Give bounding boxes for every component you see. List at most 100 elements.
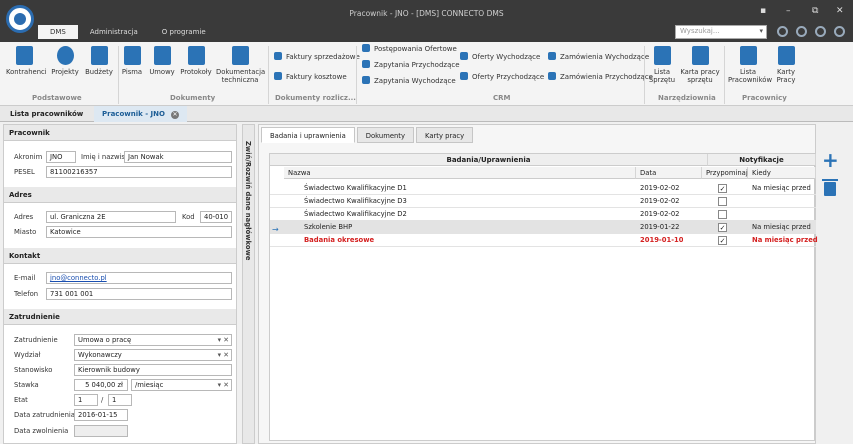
clear-icon[interactable]: ✕ [223,380,229,390]
etat-numerator[interactable]: 1 [74,394,98,406]
clear-icon[interactable]: ✕ [223,350,229,360]
oferty-wych-button[interactable]: Oferty Wychodzące [460,52,540,62]
employee-form: Pracownik Akronim JNO Imię i nazwisko Ja… [3,124,237,444]
search-input[interactable]: Wyszukaj... ▾ [675,25,767,39]
delete-icon[interactable] [822,179,838,196]
etat-denominator[interactable]: 1 [108,394,132,406]
zamowienia-wych-button[interactable]: Zamówienia Wychodzące [548,52,649,62]
telefon-label: Telefon [14,290,39,298]
stawka-field[interactable]: 5 040,00 zł [74,379,128,391]
stawka-unit-select[interactable]: /miesiąc ▾ ✕ [131,379,232,391]
table-row[interactable]: Świadectwo Kwalifikacyjne D3 2019-02-02 [270,195,816,208]
karty-pracy-button[interactable]: Karty Pracy [772,46,800,84]
stawka-label: Stawka [14,381,39,389]
karty-pracy-label: Karty Pracy [776,68,796,84]
faktury-kosztowe-button[interactable]: Faktury kosztowe [274,72,347,82]
close-icon[interactable]: ✕ [836,6,844,16]
kod-field[interactable]: 40-010 [200,211,232,223]
col-przypominaj[interactable]: Przypominaj [702,167,748,179]
imie-field[interactable]: Jan Nowak [124,151,232,163]
calculator-icon [231,46,249,65]
clear-icon[interactable]: ✕ [223,335,229,345]
help-icon[interactable]: ▪ [760,6,766,16]
table-row[interactable]: Szkolenie BHP 2019-01-22 ✓ Na miesiąc pr… [270,221,816,234]
lista-pracownikow-button[interactable]: Lista Pracowników [728,46,772,84]
przypominaj-checkbox[interactable]: ✓ [718,223,727,232]
oferty-przych-button[interactable]: Oferty Przychodzące [460,72,544,82]
data-zwolnienia-picker[interactable] [74,425,128,437]
minimize-icon[interactable]: – [786,6,791,16]
zamowienia-przych-button[interactable]: Zamówienia Przychodzące [548,72,653,82]
col-data[interactable]: Data [636,167,702,179]
tab-dokumenty[interactable]: Dokumenty [356,127,414,143]
miasto-label: Miasto [14,228,37,236]
add-icon[interactable]: + [822,150,839,170]
settings-icon[interactable] [834,26,845,37]
pesel-field[interactable]: 81100216357 [46,166,232,178]
zapytania-wych-button[interactable]: Zapytania Wychodzące [362,76,456,86]
budzety-button[interactable]: Budżety [84,46,114,76]
wydzial-select[interactable]: Wykonawczy ▾ ✕ [74,349,232,361]
zatrudnienie-label: Zatrudnienie [14,336,58,344]
invoice-icon [274,72,282,80]
tab-administracja[interactable]: Administracja [78,25,150,39]
maximize-icon[interactable]: ⧉ [812,6,818,16]
collapse-header-toggle[interactable]: Zwiń/Rozwiń dane nagłówkowe [242,124,255,444]
zamowienia-wych-label: Zamówienia Wychodzące [560,53,650,61]
stanowisko-field[interactable]: Kierownik budowy [74,364,232,376]
data-zatrudnienia-picker[interactable]: 2016-01-15 [74,409,128,421]
przypominaj-checkbox[interactable] [718,210,727,219]
przypominaj-checkbox[interactable] [718,197,727,206]
tab-lista-pracownikow[interactable]: Lista pracowników [2,106,91,122]
row-kiedy [748,208,752,221]
close-tab-icon[interactable]: ✕ [170,111,179,119]
protokoly-button[interactable]: Protokoły [180,46,212,76]
karta-pracy-sprzetu-button[interactable]: Karta pracy sprzętu [680,46,720,84]
group-podstawowe: Podstawowe [32,94,82,102]
etat-separator: / [101,396,104,404]
email-link[interactable]: jno@connecto.pl [50,274,107,282]
zapytania-przych-button[interactable]: Zapytania Przychodzące [362,60,460,70]
chevron-down-icon[interactable]: ▾ [759,27,763,35]
globe-icon [56,46,74,65]
telefon-field[interactable]: 731 001 001 [46,288,232,300]
przypominaj-checkbox[interactable]: ✓ [718,236,727,245]
table-row[interactable]: Świadectwo Kwalifikacyjne D1 2019-02-02 … [270,182,816,195]
document-tabs: Lista pracowników Pracownik - JNO ✕ [0,106,853,122]
col-nazwa[interactable]: Nazwa [284,167,636,179]
akronim-field[interactable]: JNO [46,151,76,163]
lista-sprzetu-button[interactable]: Lista Sprzętu [648,46,676,84]
eye-icon[interactable] [777,26,788,37]
table-row[interactable]: Świadectwo Kwalifikacyjne D2 2019-02-02 [270,208,816,221]
przypominaj-checkbox[interactable]: ✓ [718,184,727,193]
monitor-icon[interactable] [815,26,826,37]
chevron-down-icon[interactable]: ▾ [218,350,221,360]
refresh-icon[interactable] [796,26,807,37]
tab-badania[interactable]: Badania i uprawnienia [261,127,355,143]
email-field[interactable]: jno@connecto.pl [46,272,232,284]
table-row[interactable]: Badania okresowe 2019-01-10 ✓ Na miesiąc… [270,234,818,247]
adres-field[interactable]: ul. Graniczna 2E [46,211,176,223]
col-kiedy[interactable]: Kiedy [748,167,816,179]
tab-dms[interactable]: DMS [38,25,78,39]
offer-icon [460,52,468,60]
chevron-down-icon[interactable]: ▾ [218,335,221,345]
chevron-down-icon[interactable]: ▾ [218,380,221,390]
faktury-sprzedazowe-button[interactable]: Faktury sprzedażowe [274,52,360,62]
budzety-label: Budżety [85,68,113,76]
dokumentacja-button[interactable]: Dokumentacja techniczna [216,46,265,84]
tab-pracownik-jno[interactable]: Pracownik - JNO ✕ [94,106,187,122]
miasto-field[interactable]: Katowice [46,226,232,238]
postepowania-button[interactable]: Postępowania Ofertowe [362,44,457,54]
ribbon-divider [268,46,269,104]
tab-o-programie[interactable]: O programie [150,25,218,39]
kontrahenci-button[interactable]: Kontrahenci [6,46,47,76]
pisma-button[interactable]: Pisma [120,46,144,76]
tab-karty-pracy[interactable]: Karty pracy [416,127,474,143]
row-data: 2019-02-02 [640,184,680,192]
zatrudnienie-select[interactable]: Umowa o pracę ▾ ✕ [74,334,232,346]
row-nazwa: Szkolenie BHP [304,223,353,231]
umowy-button[interactable]: Umowy [148,46,176,76]
row-kiedy [748,195,752,208]
projekty-button[interactable]: Projekty [50,46,80,76]
